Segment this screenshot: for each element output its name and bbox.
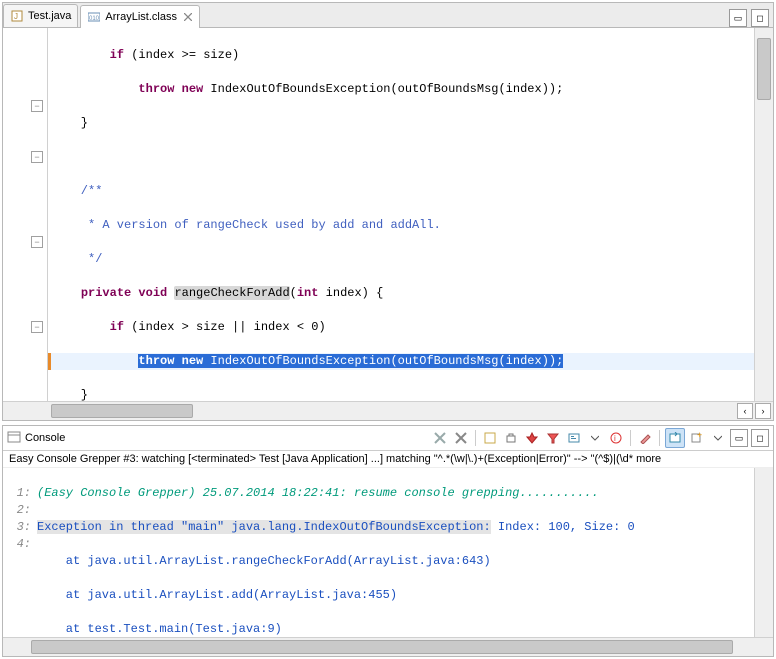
console-error-line: Exception in thread "main" java.lang.Ind… bbox=[37, 519, 754, 536]
console-stack-line: at test.Test.main(Test.java:9) bbox=[37, 621, 754, 637]
remove-all-icon[interactable] bbox=[452, 429, 470, 447]
toolbar-separator bbox=[475, 430, 476, 446]
display-selected-icon[interactable] bbox=[565, 429, 583, 447]
current-execution-line: throw new IndexOutOfBoundsException(outO… bbox=[48, 353, 754, 370]
console-title-label: Console bbox=[25, 432, 65, 444]
console-stack-line: at java.util.ArrayList.rangeCheckForAdd(… bbox=[37, 553, 754, 570]
scrollbar-thumb[interactable] bbox=[51, 404, 193, 418]
console-icon bbox=[7, 430, 21, 447]
tab-label: Test.java bbox=[28, 10, 71, 22]
close-icon[interactable] bbox=[183, 12, 193, 22]
tab-arraylist-class[interactable]: 010 ArrayList.class bbox=[80, 5, 200, 28]
editor-body: − − − − if (index >= size) throw new Ind… bbox=[3, 28, 773, 401]
editor-ruler[interactable]: − − − − bbox=[3, 28, 48, 401]
class-file-icon: 010 bbox=[87, 10, 101, 24]
svg-text:i: i bbox=[614, 434, 616, 443]
console-tab[interactable]: Console bbox=[7, 430, 65, 447]
maximize-icon[interactable]: ◻ bbox=[751, 429, 769, 447]
scrollbar-thumb[interactable] bbox=[757, 38, 771, 100]
editor-vertical-scrollbar[interactable] bbox=[754, 28, 773, 401]
edit-icon[interactable] bbox=[636, 429, 654, 447]
clear-console-icon[interactable] bbox=[481, 429, 499, 447]
fold-icon[interactable]: − bbox=[31, 321, 43, 333]
fold-icon[interactable]: − bbox=[31, 151, 43, 163]
editor-horizontal-scrollbar[interactable]: ‹ › bbox=[3, 401, 773, 420]
console-toolbar: i + ▭ ◻ bbox=[431, 428, 769, 448]
console-header: Console i + ▭ ◻ bbox=[3, 426, 773, 451]
console-pane: Console i + ▭ ◻ Easy Console Grepper #3:… bbox=[2, 425, 774, 657]
console-line-gutter: 1: 2: 3: 4: bbox=[3, 468, 37, 637]
svg-text:+: + bbox=[697, 432, 702, 440]
toolbar-separator bbox=[659, 430, 660, 446]
console-horizontal-scrollbar[interactable] bbox=[3, 637, 773, 656]
scrollbar-thumb[interactable] bbox=[31, 640, 733, 654]
console-body: 1: 2: 3: 4: (Easy Console Grepper) 25.07… bbox=[3, 468, 773, 637]
pin-console-icon[interactable] bbox=[523, 429, 541, 447]
down-arrow-icon[interactable] bbox=[709, 429, 727, 447]
fold-icon[interactable]: − bbox=[31, 100, 43, 112]
remove-launch-icon[interactable] bbox=[431, 429, 449, 447]
tab-test-java[interactable]: J Test.java bbox=[3, 4, 78, 27]
nav-right-icon[interactable]: › bbox=[755, 403, 771, 419]
java-file-icon: J bbox=[10, 9, 24, 23]
svg-text:010: 010 bbox=[89, 16, 100, 22]
editor-nav-arrows: ‹ › bbox=[737, 403, 771, 419]
svg-text:J: J bbox=[14, 12, 18, 21]
code-area[interactable]: if (index >= size) throw new IndexOutOfB… bbox=[48, 28, 754, 401]
tab-label: ArrayList.class bbox=[105, 11, 177, 23]
console-status: Easy Console Grepper #3: watching [<term… bbox=[3, 451, 773, 468]
minimize-icon[interactable]: ▭ bbox=[730, 429, 748, 447]
tab-row-actions: ▭ ◻ bbox=[729, 9, 773, 27]
down-arrow-icon[interactable] bbox=[586, 429, 604, 447]
scroll-lock-icon[interactable] bbox=[502, 429, 520, 447]
maximize-icon[interactable]: ◻ bbox=[751, 9, 769, 27]
info-icon[interactable]: i bbox=[607, 429, 625, 447]
editor-tab-bar: J Test.java 010 ArrayList.class ▭ ◻ bbox=[3, 3, 773, 28]
console-vertical-scrollbar[interactable] bbox=[754, 468, 773, 637]
console-output[interactable]: (Easy Console Grepper) 25.07.2014 18:22:… bbox=[37, 468, 754, 637]
minimize-icon[interactable]: ▭ bbox=[729, 9, 747, 27]
filter-icon[interactable] bbox=[544, 429, 562, 447]
nav-left-icon[interactable]: ‹ bbox=[737, 403, 753, 419]
new-console-icon[interactable]: + bbox=[688, 429, 706, 447]
editor-pane: J Test.java 010 ArrayList.class ▭ ◻ − − … bbox=[2, 2, 774, 421]
fold-icon[interactable]: − bbox=[31, 236, 43, 248]
console-stack-line: at java.util.ArrayList.add(ArrayList.jav… bbox=[37, 587, 754, 604]
open-console-icon[interactable] bbox=[665, 428, 685, 448]
toolbar-separator bbox=[630, 430, 631, 446]
console-info-line: (Easy Console Grepper) 25.07.2014 18:22:… bbox=[37, 485, 754, 502]
